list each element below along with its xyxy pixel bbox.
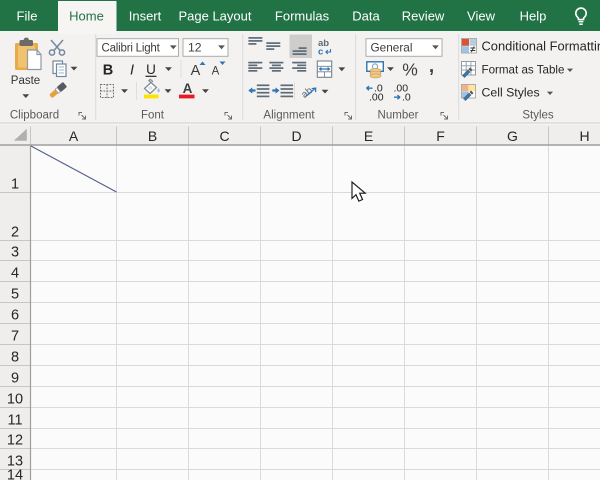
svg-text:Font: Font	[141, 110, 165, 122]
svg-text:.0: .0	[402, 92, 411, 104]
svg-text:Alignment: Alignment	[263, 110, 315, 122]
svg-text:A: A	[191, 63, 201, 79]
svg-text:B: B	[148, 128, 157, 144]
svg-text:9: 9	[11, 370, 19, 386]
svg-text:A: A	[183, 81, 193, 96]
svg-text:Styles: Styles	[522, 110, 554, 122]
svg-text:7: 7	[11, 328, 19, 344]
svg-text:2: 2	[11, 224, 19, 240]
svg-text:Data: Data	[352, 9, 380, 24]
svg-text:4: 4	[11, 265, 19, 281]
svg-text:H: H	[579, 128, 589, 144]
svg-text:Home: Home	[69, 9, 104, 24]
svg-text:Conditional Formatting: Conditional Formatting	[482, 39, 600, 54]
svg-text:10: 10	[7, 391, 23, 407]
svg-text:A: A	[212, 66, 220, 78]
svg-text:Review: Review	[402, 9, 445, 24]
svg-text:I: I	[130, 63, 134, 79]
svg-text:11: 11	[7, 412, 22, 428]
svg-text:Format as Table: Format as Table	[482, 63, 565, 76]
svg-text:6: 6	[11, 307, 19, 323]
svg-text:1: 1	[11, 176, 19, 192]
svg-text:12: 12	[7, 432, 23, 448]
svg-text:Help: Help	[520, 9, 547, 24]
svg-text:Calibri Light: Calibri Light	[102, 43, 161, 55]
svg-text:3: 3	[11, 244, 19, 260]
svg-text:G: G	[507, 128, 518, 144]
svg-text:12: 12	[188, 41, 202, 55]
svg-text:File: File	[17, 9, 38, 24]
svg-text:.00: .00	[369, 92, 384, 104]
svg-text:C: C	[219, 128, 229, 144]
svg-text:Formulas: Formulas	[275, 9, 330, 24]
svg-text:Insert: Insert	[129, 9, 162, 24]
svg-text:F: F	[436, 128, 445, 144]
svg-text:A: A	[69, 128, 79, 144]
svg-text:View: View	[467, 9, 496, 24]
svg-text:B: B	[103, 63, 113, 79]
svg-text:14: 14	[7, 467, 23, 480]
svg-text:Number: Number	[378, 110, 419, 122]
svg-text:c: c	[318, 47, 323, 58]
svg-text:General: General	[371, 41, 413, 55]
svg-text:5: 5	[11, 286, 19, 302]
svg-text:U: U	[146, 62, 156, 77]
svg-text:8: 8	[11, 349, 19, 365]
svg-text:Paste: Paste	[11, 75, 40, 87]
svg-text:≠: ≠	[470, 45, 476, 56]
svg-text:Clipboard: Clipboard	[10, 110, 59, 122]
svg-text:Page Layout: Page Layout	[178, 9, 251, 24]
svg-text:%: %	[402, 60, 418, 80]
svg-text:Cell Styles: Cell Styles	[482, 85, 540, 99]
svg-text:,: ,	[429, 56, 434, 77]
svg-text:E: E	[364, 128, 373, 144]
svg-text:D: D	[291, 128, 301, 144]
